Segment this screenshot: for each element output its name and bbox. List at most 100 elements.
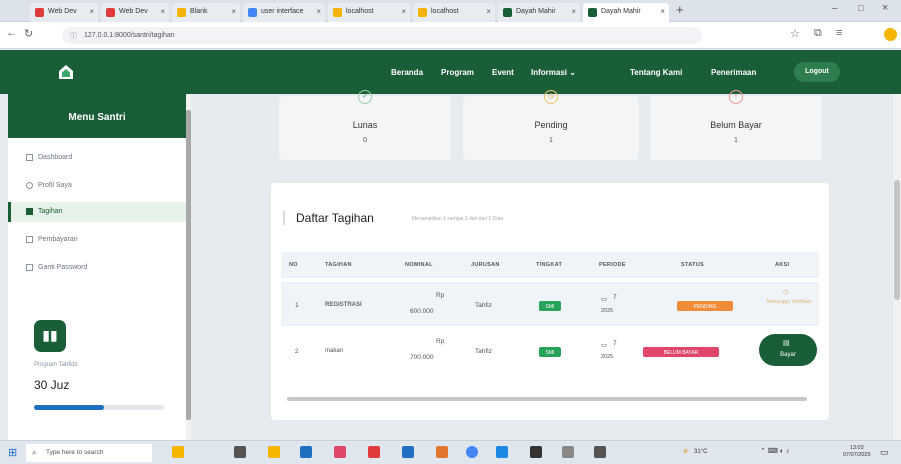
nav-link-tentang-kami[interactable]: Tentang Kami [630,68,682,77]
tab-favicon-icon [248,8,257,17]
cell-nominal: 600.000 [410,308,434,315]
profile-avatar[interactable] [884,28,897,41]
chrome-icon[interactable] [466,446,478,458]
word-icon[interactable] [402,446,414,458]
cell-periode-year: 2025 [601,308,614,314]
star-icon[interactable]: ☆ [790,27,800,40]
sidebar-item-tagihan[interactable]: Tagihan [8,202,186,222]
back-icon[interactable]: ← [6,27,17,39]
site-logo-icon[interactable] [58,64,74,80]
new-tab-icon[interactable]: + [676,2,684,17]
credit-card-icon [26,236,33,243]
tab-favicon-icon [106,8,115,17]
nav-link-informasi[interactable]: Informasi ⌄ [531,68,576,77]
sidebar: Menu Santri Dashboard Profil Saya Tagiha… [8,94,186,440]
header-aksi: AKSI [775,262,790,268]
minimize-icon[interactable]: – [832,3,838,14]
nav-link-penerimaan[interactable]: Penerimaan [711,68,756,77]
store-icon[interactable] [334,446,346,458]
sidebar-title: Menu Santri [8,94,186,138]
browser-tab[interactable]: Web Dev × [30,3,98,22]
header-tagihan: TAGIHAN [325,262,352,268]
table-header: NO TAGIHAN NOMINAL JURUSAN TINGKAT PERIO… [281,252,819,278]
notification-icon[interactable]: ▭ [880,447,889,458]
cell-nominal: 700.000 [410,354,434,361]
app-icon[interactable] [594,446,606,458]
url-field[interactable]: ⓘ 127.0.0.1:8000/santri/tagihan [62,27,702,44]
sidebar-scroll-thumb[interactable] [186,110,191,420]
tingkat-badge: SMI [539,347,561,357]
tab-favicon-icon [35,8,44,17]
browser-tab[interactable]: localhost × [328,3,410,22]
app-icon[interactable] [436,446,448,458]
weather-text: 31°C [694,449,708,455]
app-icon[interactable] [562,446,574,458]
nav-link-event[interactable]: Event [492,68,514,77]
close-tab-icon[interactable]: × [89,7,94,16]
edge-icon[interactable] [300,446,312,458]
summary-label: Pending [534,120,568,130]
browser-tab[interactable]: Blank × [172,3,240,22]
header-status: STATUS [681,262,704,268]
bayar-button[interactable]: ▤ Bayar [759,334,817,366]
close-tab-icon[interactable]: × [660,7,665,16]
close-tab-icon[interactable]: × [486,7,491,16]
widget-icon[interactable] [172,446,184,458]
header-nominal: NOMINAL [405,262,433,268]
taskbar-clock[interactable]: 13:03 07/07/2025 [843,445,871,459]
close-window-icon[interactable]: × [882,2,888,14]
tab-favicon-icon [177,8,186,17]
close-tab-icon[interactable]: × [401,7,406,16]
close-tab-icon[interactable]: × [231,7,236,16]
cell-jurusan: Tahfiz [475,302,492,309]
browser-tab[interactable]: localhost × [413,3,495,22]
receipt-icon [26,208,33,215]
info-icon: ⓘ [70,33,77,40]
page-scroll-thumb[interactable] [894,180,900,300]
search-icon: ⌕ [32,448,37,457]
app-icon[interactable] [368,446,380,458]
summary-value: 0 [363,137,367,144]
panel-title: Daftar Tagihan [296,211,374,225]
browser-tab-active[interactable]: Dayah Mahir × [583,3,669,22]
terminal-icon[interactable] [530,446,542,458]
aksi-text: Menunggu Verifikasi [766,299,812,305]
summary-value: 1 [549,137,553,144]
maximize-icon[interactable]: □ [858,3,863,13]
taskbar-search[interactable]: ⌕ Type here to search [26,444,152,462]
file-explorer-icon[interactable] [268,446,280,458]
browser-tab[interactable]: Web Dev × [101,3,169,22]
sidebar-item-ganti-password[interactable]: Ganti Password [8,258,186,278]
reload-icon[interactable]: ↻ [24,27,33,40]
tab-favicon-icon [418,8,427,17]
summary-card-lunas: ✓ Lunas 0 [279,90,451,160]
table-horizontal-scrollbar[interactable] [287,397,807,401]
status-badge: BELUM BAYAR [643,347,719,357]
sidebar-item-profil[interactable]: Profil Saya [8,176,186,196]
table-row: 2 makan Rp 700.000 Tahfiz SMI ▭ 7 2025 B… [281,326,819,370]
vscode-icon[interactable] [496,446,508,458]
sidebar-item-dashboard[interactable]: Dashboard [8,148,186,168]
system-tray-icons[interactable]: ⌃ ⌨ ◐ ♪ [760,447,790,455]
tab-favicon-icon [503,8,512,17]
program-progress-fill [34,405,105,410]
browser-tab[interactable]: user interface × [243,3,325,22]
close-tab-icon[interactable]: × [571,7,576,16]
cell-nominal-currency: Rp [436,292,445,299]
header-jurusan: JURUSAN [471,262,500,268]
close-tab-icon[interactable]: × [316,7,321,16]
nav-link-program[interactable]: Program [441,68,474,77]
close-tab-icon[interactable]: × [160,7,165,16]
extensions-icon[interactable]: ⧉ [814,27,822,40]
task-view-icon[interactable] [234,446,246,458]
sidebar-item-pembayaran[interactable]: Pembayaran [8,230,186,250]
logout-button[interactable]: Logout [794,62,840,82]
browser-tab[interactable]: Dayah Mahir × [498,3,580,22]
header-periode: PERIODE [599,262,626,268]
windows-start-icon[interactable]: ⊞ [8,446,17,459]
user-icon [26,182,33,189]
menu-icon[interactable]: ≡ [836,27,842,39]
address-bar-row: ← ↻ ⓘ 127.0.0.1:8000/santri/tagihan ☆ ⧉ ≡ [0,22,901,49]
clock-icon: ◷ [544,90,558,104]
nav-link-beranda[interactable]: Beranda [391,68,423,77]
